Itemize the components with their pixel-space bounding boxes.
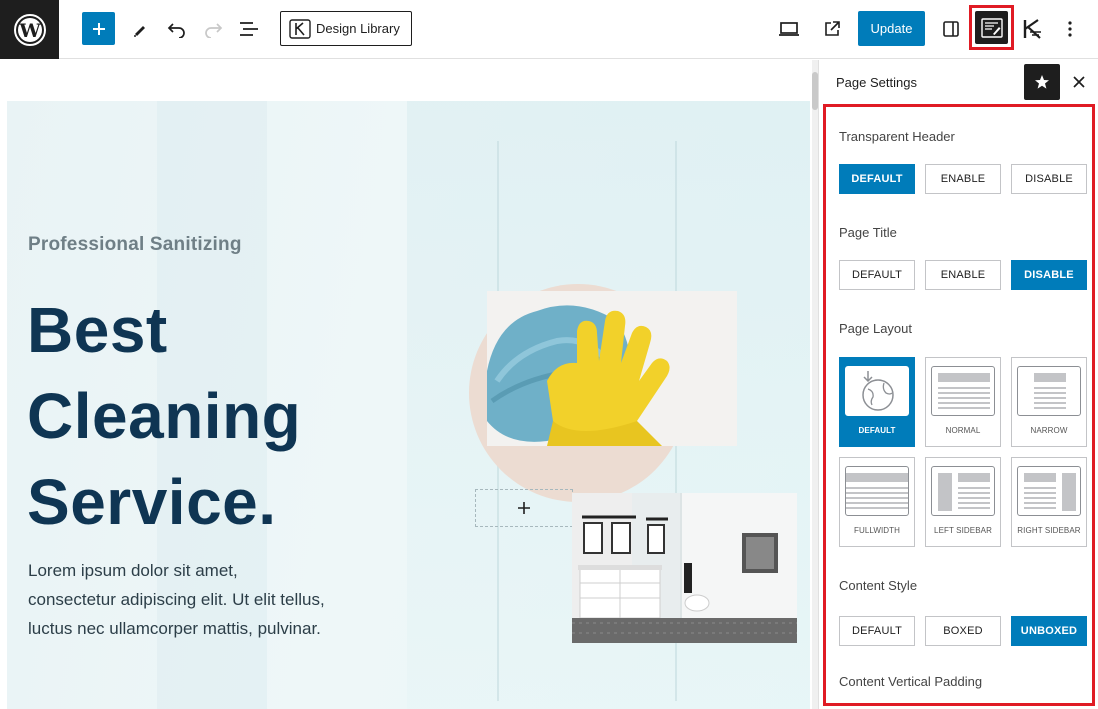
layout-right-sidebar-icon <box>1024 473 1076 511</box>
layout-option-fullwidth[interactable]: FULLWIDTH <box>839 457 915 547</box>
redo-icon <box>205 23 223 38</box>
update-button[interactable]: Update <box>858 11 925 46</box>
layout-preview <box>1017 466 1081 516</box>
transparent-header-enable[interactable]: ENABLE <box>925 164 1001 194</box>
layout-option-label: LEFT SIDEBAR <box>934 526 992 535</box>
list-view-button[interactable] <box>232 12 266 46</box>
layout-option-label: NARROW <box>1030 426 1068 435</box>
layout-option-right-sidebar[interactable]: RIGHT SIDEBAR <box>1011 457 1087 547</box>
favorite-button[interactable] <box>1024 64 1060 100</box>
layout-preview <box>845 466 909 516</box>
more-vertical-icon <box>1068 21 1072 37</box>
editor-toolbar: W Design Library Update <box>0 0 1098 59</box>
wordpress-logo-button[interactable]: W <box>0 0 59 59</box>
hero-section[interactable]: Professional Sanitizing Best Cleaning Se… <box>7 101 810 709</box>
headline-line: Best <box>27 294 168 366</box>
inline-add-block-button[interactable] <box>475 489 573 527</box>
sidebar-toggle-icon <box>943 21 959 37</box>
hero-eyebrow[interactable]: Professional Sanitizing <box>28 234 242 256</box>
content-style-default[interactable]: DEFAULT <box>839 616 915 646</box>
page-settings-toggle-inner <box>975 11 1008 44</box>
undo-button[interactable] <box>160 12 194 46</box>
close-panel-button[interactable] <box>1065 68 1093 96</box>
settings-sidebar-toggle[interactable] <box>934 12 968 46</box>
layout-option-default[interactable]: DEFAULT <box>839 357 915 447</box>
list-view-icon <box>240 22 258 36</box>
desktop-preview-icon <box>779 22 799 36</box>
kadence-icon <box>289 18 311 39</box>
content-style-label: Content Style <box>839 578 918 593</box>
page-title-label: Page Title <box>839 225 897 240</box>
page-settings-toggle[interactable] <box>969 5 1014 50</box>
design-library-label: Design Library <box>316 21 400 36</box>
pencil-icon <box>134 26 145 37</box>
layout-option-normal[interactable]: NORMAL <box>925 357 1001 447</box>
tools-button[interactable] <box>123 12 157 46</box>
settings-highlight-box: Transparent Header DEFAULT ENABLE DISABL… <box>823 104 1095 706</box>
svg-text:W: W <box>18 20 41 42</box>
undo-icon <box>167 23 185 38</box>
design-library-button[interactable]: Design Library <box>280 11 412 46</box>
plus-icon <box>518 502 530 514</box>
kadence-blocks-button[interactable] <box>1015 12 1049 46</box>
layout-option-label: NORMAL <box>945 426 981 435</box>
page-settings-panel: Page Settings Transparent Header DEFAULT… <box>818 60 1098 709</box>
kadence-blocks-icon <box>1023 19 1041 39</box>
layout-preview <box>931 466 995 516</box>
content-style-boxed[interactable]: BOXED <box>925 616 1001 646</box>
layout-preview <box>845 366 909 416</box>
page-settings-icon <box>980 17 1003 38</box>
hero-body-text[interactable]: Lorem ipsum dolor sit amet, consectetur … <box>28 556 328 643</box>
cleaning-glove-image[interactable] <box>487 291 737 446</box>
layout-narrow-icon <box>1034 373 1066 409</box>
glove-illustration <box>487 291 737 446</box>
panel-title: Page Settings <box>836 75 917 90</box>
transparent-header-disable[interactable]: DISABLE <box>1011 164 1087 194</box>
redo-button[interactable] <box>196 12 230 46</box>
layout-option-narrow[interactable]: NARROW <box>1011 357 1087 447</box>
content-vertical-padding-label: Content Vertical Padding <box>839 674 983 689</box>
headline-line: Cleaning <box>27 380 302 452</box>
page-title-default[interactable]: DEFAULT <box>839 260 915 290</box>
page-title-disable[interactable]: DISABLE <box>1011 260 1087 290</box>
editor-canvas[interactable]: Professional Sanitizing Best Cleaning Se… <box>0 60 818 709</box>
layout-preview <box>931 366 995 416</box>
external-link-icon <box>825 21 840 36</box>
globe-download-icon <box>862 371 894 411</box>
bathroom-image[interactable] <box>572 493 797 643</box>
preview-button[interactable] <box>772 12 806 46</box>
layout-normal-icon <box>938 373 990 409</box>
wordpress-logo-icon: W <box>13 13 46 46</box>
layout-preview <box>1017 366 1081 416</box>
layout-option-label: FULLWIDTH <box>853 526 901 535</box>
view-page-button[interactable] <box>815 12 849 46</box>
transparent-header-default[interactable]: DEFAULT <box>839 164 915 194</box>
add-block-button[interactable] <box>82 12 115 45</box>
plus-icon <box>92 22 105 35</box>
close-icon <box>1073 76 1085 88</box>
page-layout-label: Page Layout <box>839 321 913 336</box>
page-title-enable[interactable]: ENABLE <box>925 260 1001 290</box>
bathroom-illustration <box>572 493 797 643</box>
options-menu-button[interactable] <box>1053 12 1087 46</box>
transparent-header-label: Transparent Header <box>839 129 955 144</box>
layout-option-left-sidebar[interactable]: LEFT SIDEBAR <box>925 457 1001 547</box>
layout-option-label: RIGHT SIDEBAR <box>1017 526 1081 535</box>
layout-fullwidth-icon <box>846 473 908 509</box>
content-style-unboxed[interactable]: UNBOXED <box>1011 616 1087 646</box>
headline-line: Service. <box>27 466 277 538</box>
layout-left-sidebar-icon <box>938 473 990 511</box>
star-icon <box>1035 75 1049 89</box>
layout-option-label: DEFAULT <box>858 426 896 435</box>
hero-headline[interactable]: Best Cleaning Service. <box>27 287 387 545</box>
